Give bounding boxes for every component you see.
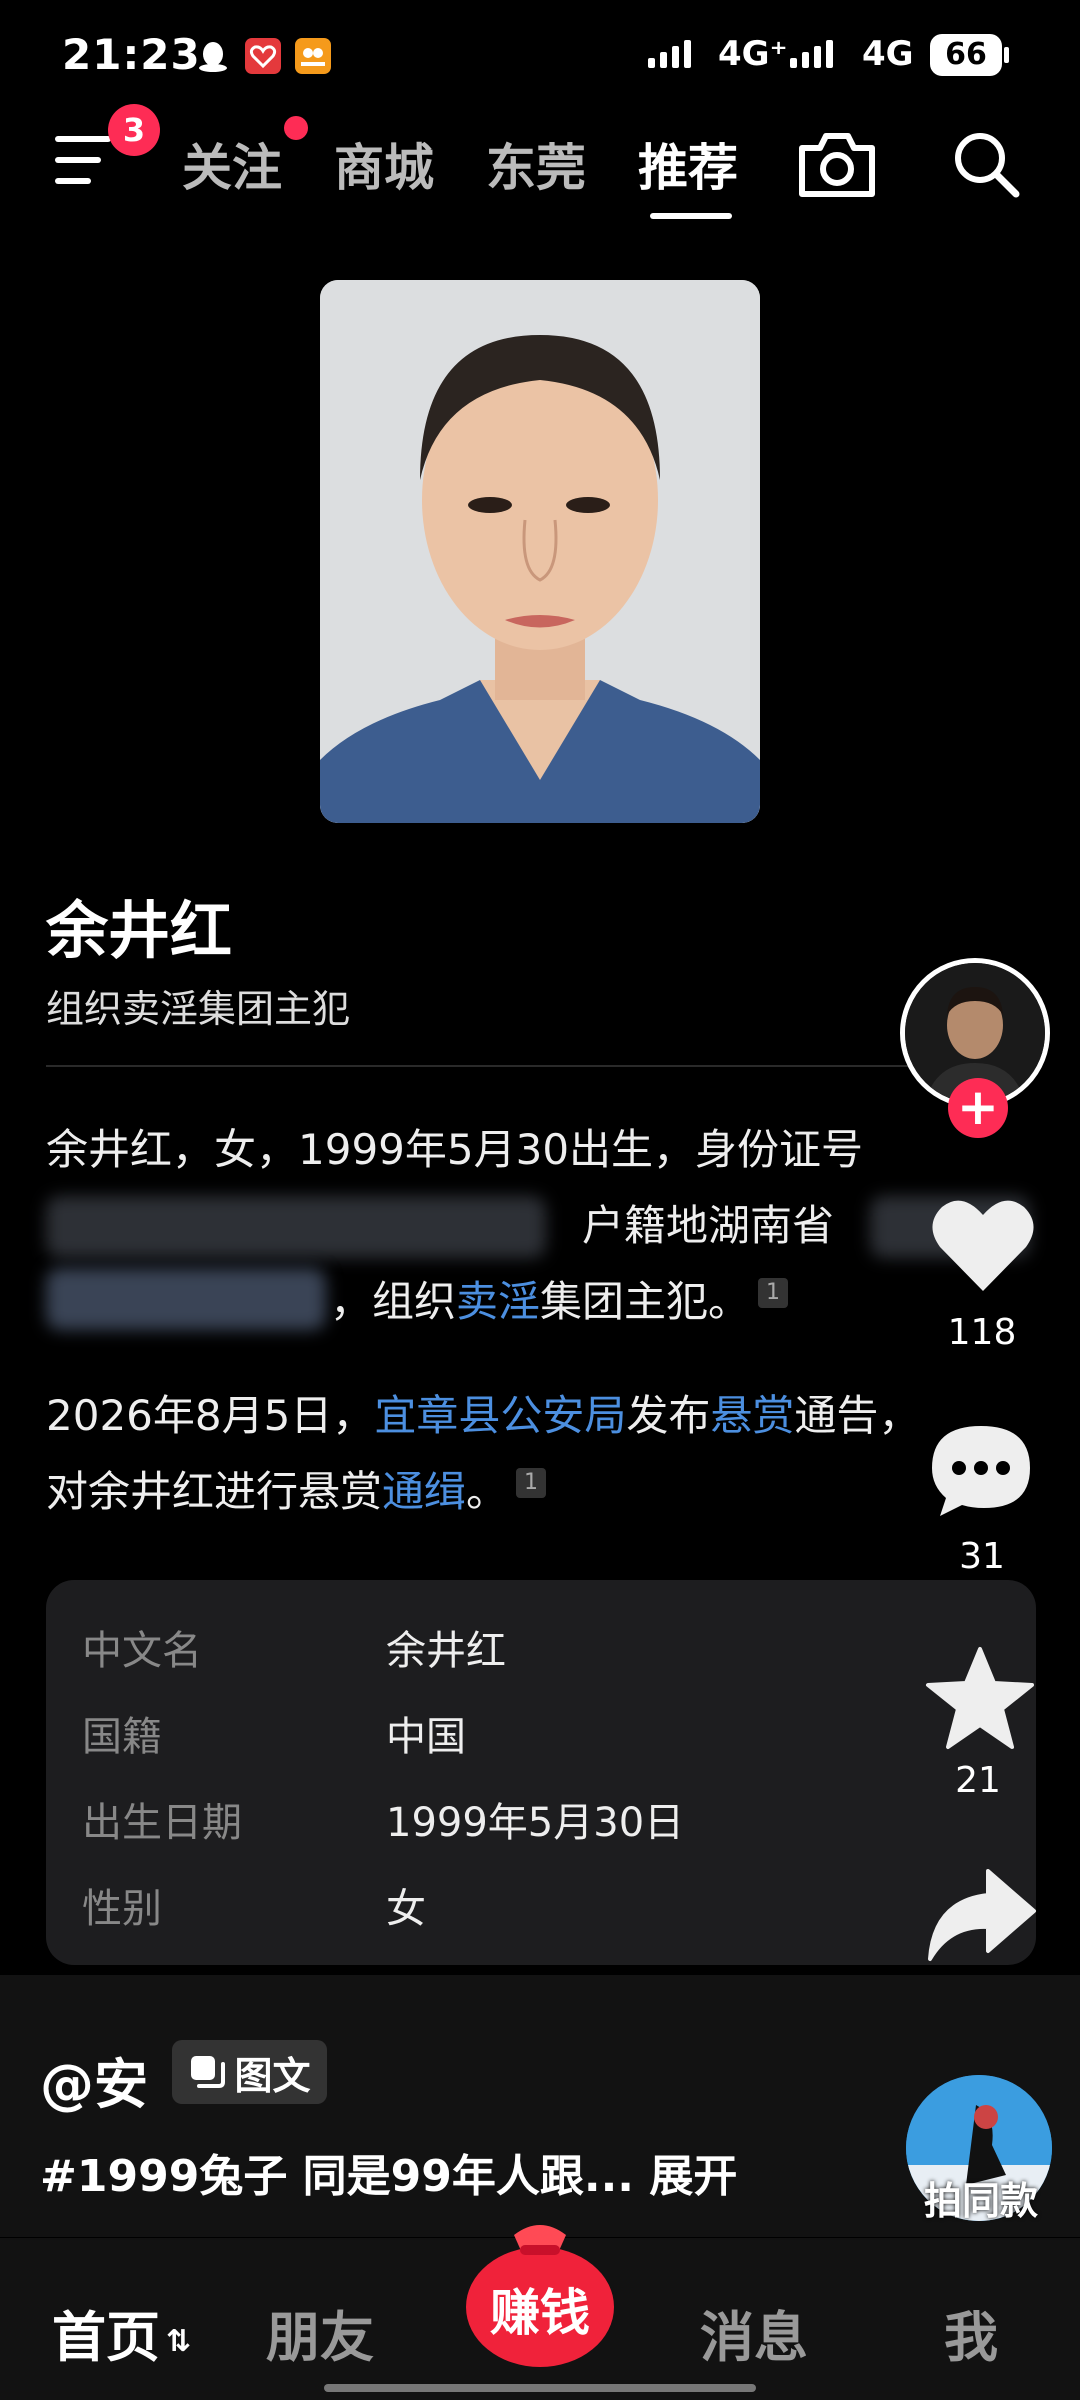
post-type-badge: 图文 — [172, 2040, 327, 2104]
comment-count: 31 — [959, 1536, 1005, 1577]
status-time: 21:23 — [62, 30, 201, 79]
home-indicator[interactable] — [324, 2384, 756, 2392]
notice-text: 。 — [466, 1467, 509, 1516]
notice-text: 2026年8月5日， — [46, 1391, 375, 1440]
like-heart-icon[interactable] — [928, 1195, 1038, 1295]
nav-me[interactable]: 我 — [944, 2293, 998, 2372]
nav-home[interactable]: 首页 ⇅ — [52, 2293, 191, 2372]
notice-text: 对余井红进行悬赏 — [46, 1467, 383, 1516]
info-value-chinese-name: 余井红 — [386, 1628, 506, 1674]
notice-line-2: 对余井红进行悬赏通缉。 1 — [46, 1454, 1036, 1530]
shopping-app-notification-icon — [245, 38, 281, 74]
expand-button[interactable]: 展开 — [649, 2151, 737, 2202]
delivery-app-notification-icon — [295, 38, 331, 74]
comment-icon[interactable] — [926, 1420, 1036, 1520]
nav-home-label: 首页 — [52, 2306, 160, 2369]
active-tab-indicator — [650, 213, 732, 219]
nav-messages[interactable]: 消息 — [700, 2293, 808, 2372]
tab-recommended[interactable]: 推荐 — [638, 128, 738, 200]
info-label-gender: 性别 — [82, 1886, 162, 1932]
tab-mall[interactable]: 商城 — [334, 128, 434, 200]
person-subtitle: 组织卖淫集团主犯 — [46, 987, 351, 1031]
earn-label: 赚钱 — [490, 2284, 590, 2342]
tab-following[interactable]: 关注 — [182, 128, 282, 200]
qq-notification-icon — [195, 38, 231, 74]
info-label-birthdate: 出生日期 — [82, 1800, 242, 1846]
notice-line-1: 2026年8月5日，宜章县公安局发布悬赏通告， — [46, 1378, 1036, 1454]
image-text-icon — [191, 2056, 226, 2088]
menu-icon[interactable] — [55, 136, 115, 186]
caption-text: #1999兔子 同是99年人跟... — [40, 2151, 635, 2202]
network-type-1: 4G⁺ — [718, 34, 788, 74]
earn-button[interactable]: 赚钱 — [462, 2215, 618, 2370]
divider — [46, 1065, 986, 1067]
favorite-star-icon[interactable] — [924, 1645, 1036, 1751]
info-value-gender: 女 — [386, 1886, 426, 1932]
reference-marker[interactable]: 1 — [516, 1468, 547, 1498]
link-reward[interactable]: 悬赏 — [710, 1391, 794, 1440]
info-label-chinese-name: 中文名 — [82, 1628, 202, 1674]
portrait-photo — [320, 280, 760, 823]
info-box: 中文名 余井红 国籍 中国 出生日期 1999年5月30日 性别 女 — [46, 1580, 1036, 1965]
post-type-label: 图文 — [234, 2053, 311, 2098]
menu-notification-badge: 3 — [108, 104, 160, 156]
like-count: 118 — [947, 1312, 1017, 1353]
search-icon[interactable] — [950, 128, 1022, 200]
description-line-1: 余井红，女，1999年5月30出生，身份证号 — [46, 1125, 864, 1174]
author-handle[interactable]: @安 — [40, 2040, 148, 2119]
signal-bars-icon — [648, 40, 691, 68]
camera-icon[interactable] — [796, 128, 878, 200]
person-name-heading: 余井红 — [46, 894, 233, 967]
link-prostitution[interactable]: 卖淫 — [456, 1277, 540, 1326]
notice-text: 通告， — [794, 1391, 921, 1440]
tab-local[interactable]: 东莞 — [486, 128, 586, 200]
link-wanted[interactable]: 通缉 — [382, 1467, 466, 1516]
following-dot-badge — [284, 116, 308, 140]
reference-marker[interactable]: 1 — [758, 1278, 789, 1308]
favorite-count: 21 — [955, 1760, 1001, 1801]
description-line-2: 户籍地湖南省 — [582, 1201, 835, 1250]
info-label-nationality: 国籍 — [82, 1714, 162, 1760]
same-style-label[interactable]: 拍同款 — [896, 2170, 1066, 2225]
desc-text: ，组织 — [330, 1277, 457, 1326]
link-police-bureau[interactable]: 宜章县公安局 — [374, 1391, 626, 1440]
info-value-nationality-link[interactable]: 中国 — [386, 1704, 466, 1762]
switch-arrows-icon: ⇅ — [166, 2323, 192, 2359]
follow-plus-button[interactable]: + — [948, 1078, 1008, 1138]
notice-text: 发布 — [626, 1391, 711, 1440]
status-bar: 21:23 4G⁺ 4G 66 — [0, 0, 1080, 110]
nav-friends[interactable]: 朋友 — [266, 2293, 374, 2372]
post-caption[interactable]: #1999兔子 同是99年人跟... 展开 — [40, 2140, 737, 2204]
share-arrow-icon[interactable] — [924, 1865, 1038, 1965]
battery-indicator: 66 — [930, 34, 1002, 76]
network-type-2: 4G — [862, 34, 914, 74]
battery-tip — [1004, 47, 1009, 63]
desc-text: 集团主犯。 — [540, 1277, 751, 1326]
info-value-birthdate: 1999年5月30日 — [386, 1800, 685, 1846]
signal-bars-icon — [790, 40, 833, 68]
